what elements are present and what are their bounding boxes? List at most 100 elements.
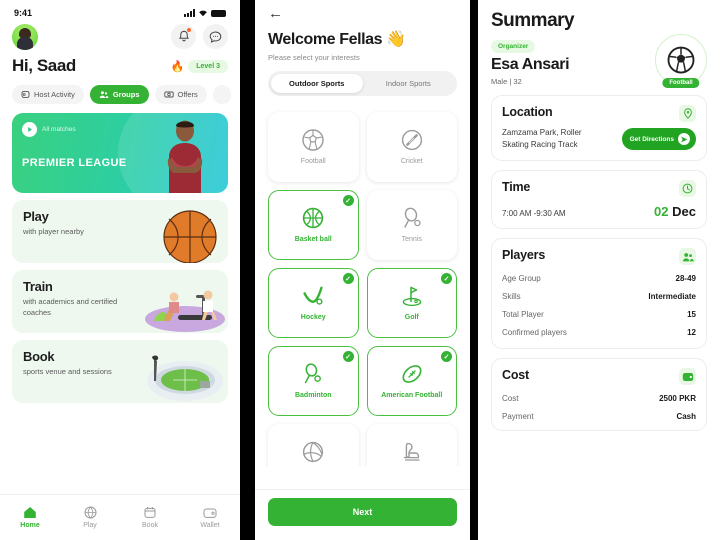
interests-title: Welcome Fellas 👋 (268, 31, 406, 48)
chat-icon (209, 30, 222, 43)
status-bar: 9:41 (0, 0, 240, 20)
wallet-icon (679, 368, 696, 385)
time-row: 7:00 AM -9:30 AM 02 Dec (502, 204, 696, 219)
chip-host-activity[interactable]: Host Activity (12, 85, 84, 104)
event-day: 02 (654, 204, 669, 219)
sports-scroll-pane[interactable]: Football Cricket ✓ Basket ball Tennis ✓ (255, 96, 470, 466)
sport-card-football[interactable]: Football (268, 112, 359, 182)
sport-card-skating[interactable]: Skating (366, 424, 457, 466)
sport-card-american-football[interactable]: ✓ American Football (366, 346, 457, 416)
hockey-icon (303, 286, 323, 305)
sport-label: Badminton (294, 391, 332, 399)
organizer-row: Organizer Esa Ansari Male | 32 Football (491, 32, 707, 88)
chip-more[interactable] (212, 85, 231, 104)
basketball-icon (303, 207, 324, 229)
selected-check-icon: ✓ (441, 273, 452, 284)
card-play[interactable]: Play with player nearby (12, 200, 228, 263)
play-icon[interactable] (22, 122, 37, 137)
page-title: Hi, Saad (12, 56, 76, 75)
avatar[interactable] (12, 24, 38, 50)
tab-label: Home (20, 522, 40, 529)
players-row: Confirmed players 12 (502, 328, 696, 337)
messages-button[interactable] (203, 24, 228, 49)
sport-card-golf[interactable]: ✓ Golf (366, 268, 457, 338)
quick-action-chips: Host Activity Groups Offers (0, 76, 240, 104)
time-card: Time 7:00 AM -9:30 AM 02 Dec (491, 170, 707, 229)
sport-card-tennis[interactable]: Tennis (366, 190, 457, 260)
flame-icon: 🔥 (170, 60, 185, 73)
row-value: Cash (676, 412, 696, 421)
chip-offers[interactable]: Offers (154, 85, 207, 104)
volleyball-icon (303, 441, 324, 463)
players-row: Total Player 15 (502, 310, 696, 319)
home-icon (24, 507, 36, 518)
signal-icon (184, 9, 195, 17)
premier-league-banner[interactable]: All matches PREMIER LEAGUE (12, 113, 228, 193)
chip-label: Host Activity (34, 90, 75, 99)
battery-icon (211, 9, 226, 17)
cricket-icon (401, 129, 422, 151)
selected-check-icon: ✓ (342, 351, 354, 362)
sport-card-cricket[interactable]: Cricket (366, 112, 457, 182)
notification-badge (186, 27, 192, 33)
sport-label: Tennis (401, 235, 422, 243)
sport-card-volleyball[interactable]: Volley ball (268, 424, 359, 466)
sport-card-hockey[interactable]: ✓ Hockey (268, 268, 359, 338)
navigate-icon: ➤ (678, 133, 690, 145)
bottom-tab-bar: Home Play Book Wallet (0, 494, 240, 540)
interests-subtitle: Please select your interests (268, 53, 360, 62)
card-book[interactable]: Book sports venue and sessions (12, 340, 228, 403)
location-head: Location (502, 105, 696, 122)
tab-label: Wallet (200, 521, 220, 529)
next-button-bar: Next (255, 489, 470, 540)
chip-label: Groups (112, 90, 140, 99)
level-indicator: 🔥 Level 3 (170, 59, 228, 73)
next-button[interactable]: Next (268, 498, 457, 526)
summary-title: Summary (491, 10, 575, 31)
sport-label: American Football (381, 391, 443, 399)
summary-content: Summary Organizer Esa Ansari Male | 32 F… (478, 0, 720, 431)
status-time: 9:41 (14, 8, 33, 18)
greeting-row: Hi, Saad 🔥 Level 3 (0, 50, 240, 76)
home-header (0, 20, 240, 50)
segment-outdoor-sports[interactable]: Outdoor Sports (271, 74, 363, 93)
chip-label: Offers (177, 90, 198, 99)
players-icon (679, 248, 696, 265)
time-range: 7:00 AM -9:30 AM (502, 209, 566, 218)
badminton-icon (305, 363, 322, 384)
screenshot-stage: 9:41 Hi, Saad 🔥 Level 3 Host Activity Gr… (0, 0, 720, 540)
tab-home[interactable]: Home (0, 506, 60, 529)
sports-category-toggle: Outdoor Sports Indoor Sports (268, 71, 457, 96)
tab-label: Book (142, 522, 158, 529)
segment-indoor-sports[interactable]: Indoor Sports (363, 74, 455, 93)
card-train[interactable]: Train with academics and certified coach… (12, 270, 228, 333)
selected-check-icon: ✓ (342, 195, 354, 206)
sport-card-basketball[interactable]: ✓ Basket ball (268, 190, 359, 260)
get-directions-button[interactable]: Get Directions ➤ (621, 128, 696, 150)
location-row: Zamzama Park, Roller Skating Racing Trac… (502, 127, 696, 151)
basketball-art (163, 210, 217, 263)
football-icon (302, 129, 324, 151)
cost-head: Cost (502, 368, 696, 385)
sports-grid: Football Cricket ✓ Basket ball Tennis ✓ (268, 112, 457, 466)
location-address: Zamzama Park, Roller Skating Racing Trac… (502, 128, 582, 149)
tab-wallet[interactable]: Wallet (180, 507, 240, 529)
phone-home-screen: 9:41 Hi, Saad 🔥 Level 3 Host Activity Gr… (0, 0, 240, 540)
sport-card-badminton[interactable]: ✓ Badminton (268, 346, 359, 416)
tab-play[interactable]: Play (60, 506, 120, 529)
notifications-button[interactable] (171, 24, 196, 49)
players-row: Age Group 28-49 (502, 274, 696, 283)
skating-icon (403, 442, 420, 461)
stadium-art (147, 355, 223, 401)
sport-label: Hockey (300, 313, 326, 321)
host-activity-icon (21, 91, 30, 98)
wifi-icon (199, 10, 207, 17)
row-key: Payment (502, 412, 534, 421)
row-key: Cost (502, 394, 519, 403)
chip-groups[interactable]: Groups (89, 85, 149, 104)
offers-icon (163, 91, 174, 98)
banner-all-matches: All matches (42, 126, 76, 133)
organizer-name: Esa Ansari (491, 56, 570, 73)
tab-book[interactable]: Book (120, 506, 180, 529)
back-arrow-icon[interactable]: ← (268, 6, 457, 21)
